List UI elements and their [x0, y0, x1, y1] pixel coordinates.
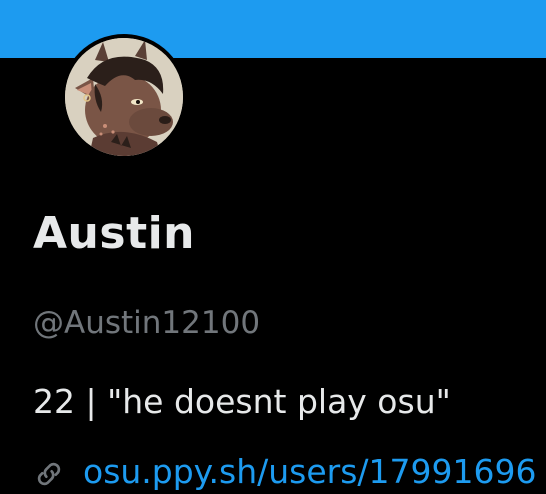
avatar-frame[interactable] [61, 34, 187, 160]
username-handle: @Austin12100 [33, 305, 261, 341]
display-name: Austin [33, 208, 196, 259]
profile-bio: 22 | "he doesnt play osu" [33, 382, 451, 421]
profile-link-text[interactable]: osu.ppy.sh/users/17991696 [83, 452, 536, 491]
avatar[interactable] [65, 38, 183, 156]
avatar-image [65, 38, 183, 156]
link-icon [33, 458, 65, 494]
